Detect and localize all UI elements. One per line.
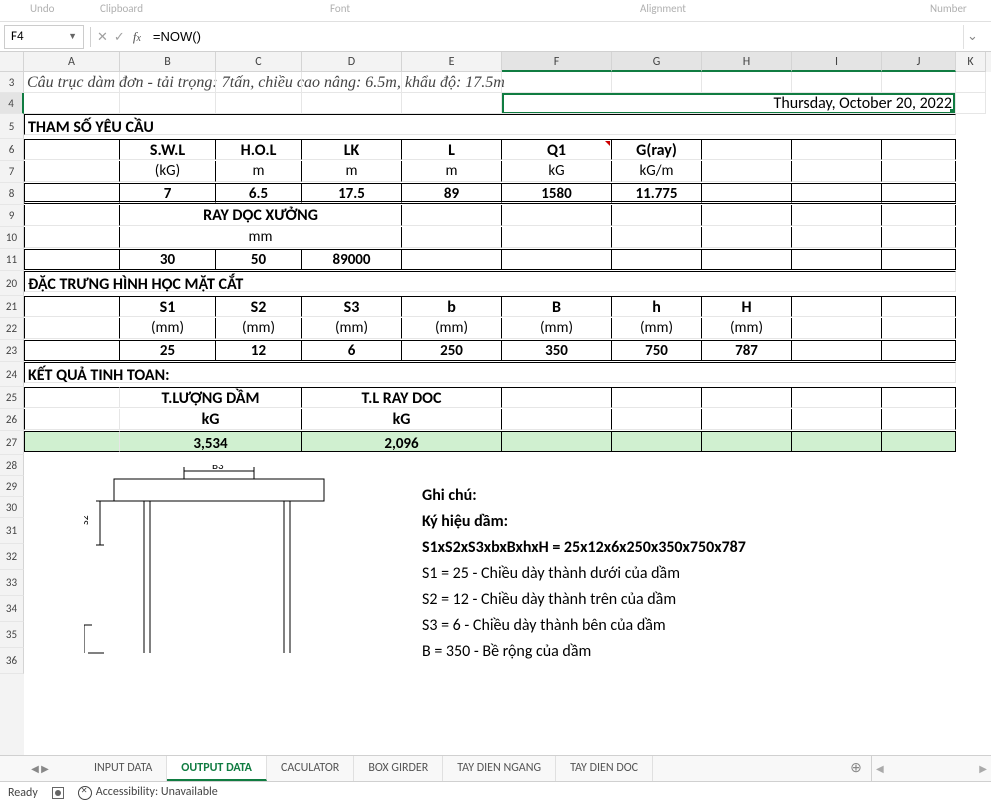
- sheet-tab[interactable]: CACULATOR: [267, 756, 354, 781]
- accessibility-status[interactable]: Accessibility: Unavailable: [78, 785, 218, 799]
- accessibility-icon: [78, 786, 92, 800]
- row-header-10[interactable]: 10: [0, 227, 24, 249]
- fx-icon[interactable]: fx: [133, 29, 141, 45]
- sheet-tab[interactable]: TAY DIEN NGANG: [443, 756, 556, 781]
- name-box-value: F4: [11, 29, 24, 44]
- sub-section-ray: RAY DỌC XƯỞNG: [120, 205, 402, 226]
- col-header-J[interactable]: J: [882, 52, 956, 72]
- status-ready: Ready: [8, 786, 38, 800]
- accept-formula-icon[interactable]: ✓: [114, 29, 125, 45]
- cross-section-diagram: B3 S2 H: [84, 465, 344, 655]
- name-box[interactable]: F4 ▼: [4, 25, 84, 49]
- macro-record-icon[interactable]: [52, 787, 64, 799]
- expand-formula-icon[interactable]: ⌄: [963, 25, 981, 49]
- col-header-F[interactable]: F: [502, 52, 612, 72]
- sheet-tab-strip: ◀ ▶ INPUT DATAOUTPUT DATACACULATORBOX GI…: [0, 755, 991, 781]
- col-header-K[interactable]: K: [956, 52, 986, 72]
- col-header-H[interactable]: H: [702, 52, 792, 72]
- sheet-tab[interactable]: OUTPUT DATA: [167, 756, 267, 781]
- ribbon-group-labels: Undo Clipboard Font Alignment Number: [0, 0, 991, 22]
- row-header-20[interactable]: 20: [0, 271, 24, 296]
- row-header-9[interactable]: 9: [0, 205, 24, 227]
- section1-title: THAM SỐ YÊU CẦU: [24, 114, 956, 135]
- section3-title: KẾT QUẢ TINH TOAN:: [24, 362, 956, 383]
- result-beam-weight: 3,534: [120, 431, 302, 452]
- chevron-down-icon: ▼: [68, 31, 77, 42]
- col-header-I[interactable]: I: [792, 52, 882, 72]
- col-header-E[interactable]: E: [402, 52, 502, 72]
- current-date-cell: Thursday, October 20, 2022: [502, 93, 956, 114]
- row-header-11[interactable]: 11: [0, 249, 24, 271]
- result-ray-weight: 2,096: [302, 431, 502, 452]
- sheet-tab[interactable]: INPUT DATA: [80, 756, 167, 781]
- row-header-29[interactable]: 29: [0, 476, 24, 497]
- section2-title: ĐẶC TRƯNG HÌNH HỌC MẶT CẮT: [24, 271, 956, 292]
- row-header-22[interactable]: 22: [0, 318, 24, 340]
- select-all-corner[interactable]: [0, 52, 24, 72]
- row-header-27[interactable]: 27: [0, 431, 24, 455]
- row-header-3[interactable]: 3: [0, 72, 24, 93]
- svg-text:S2: S2: [84, 515, 91, 525]
- row-header-23[interactable]: 23: [0, 340, 24, 362]
- row-header-36[interactable]: 36: [0, 648, 24, 674]
- row-header-26[interactable]: 26: [0, 409, 24, 431]
- row-header-21[interactable]: 21: [0, 296, 24, 318]
- column-headers[interactable]: ABCDEFGHIJK: [24, 52, 991, 72]
- notes-block: Ghi chú: Ký hiệu dầm: S1xS2xS3xbxBxhxH =…: [422, 483, 746, 625]
- row-header-32[interactable]: 32: [0, 544, 24, 570]
- add-sheet-button[interactable]: ⊕: [841, 756, 871, 781]
- row-header-30[interactable]: 30: [0, 497, 24, 518]
- tab-nav-arrows[interactable]: ◀ ▶: [0, 756, 80, 781]
- svg-text:B3: B3: [212, 465, 224, 472]
- row-header-6[interactable]: 6: [0, 139, 24, 161]
- row-header-5[interactable]: 5: [0, 114, 24, 139]
- row-header-35[interactable]: 35: [0, 622, 24, 648]
- sheet-tab[interactable]: BOX GIRDER: [354, 756, 443, 781]
- col-header-D[interactable]: D: [302, 52, 402, 72]
- col-header-A[interactable]: A: [24, 52, 120, 72]
- row-header-28[interactable]: 28: [0, 455, 24, 476]
- row-header-34[interactable]: 34: [0, 596, 24, 622]
- row-header-24[interactable]: 24: [0, 362, 24, 387]
- sheet-tab[interactable]: TAY DIEN DOC: [556, 756, 653, 781]
- formula-bar-row: F4 ▼ ✕ ✓ fx ⌄: [0, 22, 991, 52]
- row-header-8[interactable]: 8: [0, 183, 24, 205]
- worksheet-cells[interactable]: Câu trục dàm đơn - tải trọng: 7tấn, chiề…: [24, 72, 991, 755]
- status-bar: Ready Accessibility: Unavailable: [0, 781, 991, 803]
- row-header-7[interactable]: 7: [0, 161, 24, 183]
- col-header-B[interactable]: B: [120, 52, 216, 72]
- row-headers[interactable]: 3456789101120212223242526272829303132333…: [0, 72, 24, 755]
- row-header-4[interactable]: 4: [0, 93, 24, 114]
- horizontal-scrollbar[interactable]: ◀▶: [871, 756, 991, 781]
- cancel-formula-icon[interactable]: ✕: [97, 29, 108, 45]
- row-header-33[interactable]: 33: [0, 570, 24, 596]
- formula-input[interactable]: [149, 25, 963, 49]
- col-header-C[interactable]: C: [216, 52, 302, 72]
- col-header-G[interactable]: G: [612, 52, 702, 72]
- row-header-31[interactable]: 31: [0, 518, 24, 544]
- row-header-25[interactable]: 25: [0, 387, 24, 409]
